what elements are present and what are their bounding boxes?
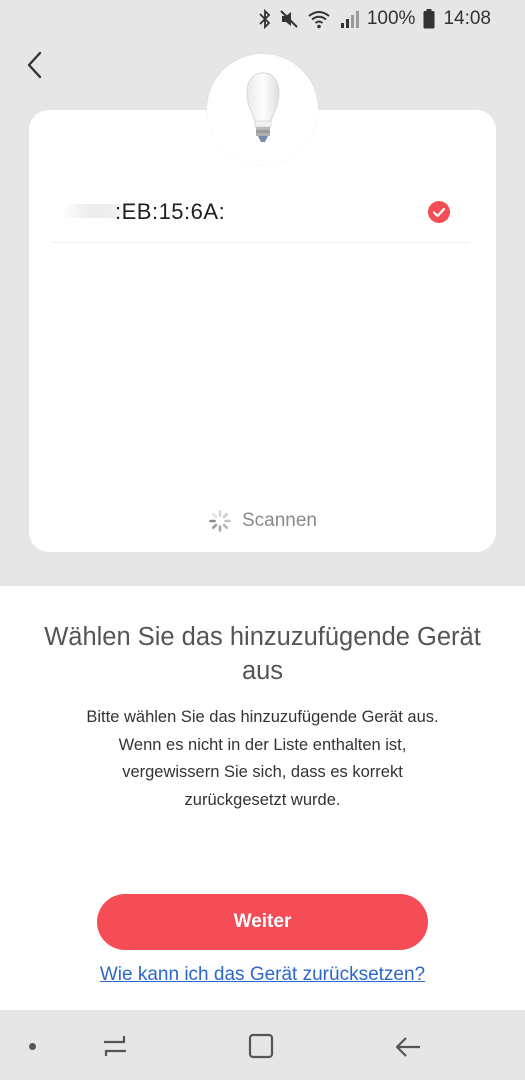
nav-back-icon[interactable]: [392, 1032, 424, 1067]
device-list-card: :EB:15:6A: Scannen: [29, 110, 496, 552]
device-name: :EB:15:6A:: [115, 199, 226, 224]
next-button[interactable]: Weiter: [97, 894, 428, 950]
page-description: Bitte wählen Sie das hinzuzufügende Gerä…: [86, 708, 439, 809]
device-image: [207, 54, 318, 165]
battery-text: 100%: [366, 8, 416, 29]
mute-icon: [279, 9, 299, 29]
bluetooth-icon: [259, 9, 271, 29]
clock: 14:08: [443, 8, 491, 29]
check-circle-icon: [428, 201, 450, 223]
home-icon[interactable]: [246, 1032, 276, 1067]
scanning-label: Scannen: [241, 510, 317, 531]
page-title: Wählen Sie das hinzuzufügende Gerät aus: [44, 623, 481, 685]
system-nav-bar: [0, 1010, 525, 1080]
device-list-item[interactable]: :EB:15:6A:: [51, 180, 470, 243]
scanning-indicator: Scannen: [29, 508, 496, 534]
recent-apps-icon[interactable]: [100, 1032, 130, 1067]
wifi-icon: [307, 9, 331, 29]
spinner-icon: [208, 509, 232, 533]
signal-icon: [339, 9, 359, 29]
info-panel: Wählen Sie das hinzuzufügende Gerät aus …: [0, 586, 525, 1010]
status-bar: 100% 14:08: [0, 0, 525, 38]
light-bulb-icon: [243, 67, 283, 152]
battery-icon: [423, 9, 435, 29]
back-button[interactable]: [18, 50, 52, 84]
chevron-left-icon: [26, 51, 44, 84]
nav-dot-indicator: [29, 1043, 36, 1050]
reset-help-link[interactable]: Wie kann ich das Gerät zurücksetzen?: [0, 964, 525, 986]
